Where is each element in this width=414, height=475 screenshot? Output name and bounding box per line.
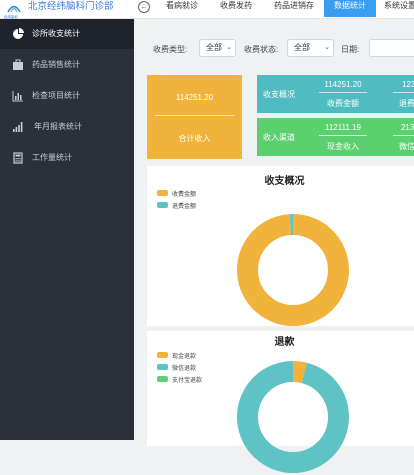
donut-chart: [237, 361, 349, 473]
sidebar-item-exam-items[interactable]: 检查项目统计: [0, 81, 134, 111]
legend-label: 收费金额: [172, 192, 197, 198]
refund-chart: 退款 现金退款 微信退款 支付宝退款: [147, 331, 414, 473]
donut-chart: [237, 214, 349, 326]
signal-bars-icon: [13, 122, 23, 132]
sidebar-item-drug-sales[interactable]: 药品销售统计: [0, 50, 134, 80]
legend-label: 退费金额: [172, 204, 197, 210]
legend-swatch: [157, 190, 168, 196]
wechat-income-value: 2130.: [400, 123, 414, 132]
tab-statistics[interactable]: 数据统计: [324, 0, 376, 17]
sidebar: 诊所收支统计 药品销售统计 检查项目统计 年月报表统计 工作量统计: [0, 19, 134, 440]
briefcase-icon: [13, 59, 23, 70]
wechat-income-label: 微信收: [399, 142, 414, 151]
charge-amount-value: 114251.20: [324, 80, 362, 89]
calculator-icon: [13, 152, 23, 164]
pie-chart-icon: [13, 28, 24, 39]
fee-type-label: 收费类型:: [153, 45, 188, 54]
pie-slice-1[interactable]: [237, 361, 349, 473]
sidebar-item-label: 检查项目统计: [32, 91, 80, 100]
sidebar-item-clinic-finance[interactable]: 诊所收支统计: [0, 19, 134, 49]
sidebar-item-monthly-report[interactable]: 年月报表统计: [0, 112, 134, 142]
divider: [393, 92, 414, 93]
chevron-down-icon: ⌄: [324, 44, 330, 51]
legend-label: 现金退款: [172, 354, 197, 360]
fee-status-select[interactable]: 全部 ⌄: [287, 39, 334, 57]
bar-chart-icon: [12, 91, 23, 102]
total-income-value: 114251.20: [175, 93, 214, 102]
legend-swatch: [157, 364, 168, 370]
sidebar-item-label: 工作量统计: [32, 153, 72, 162]
channel-title: 收入渠道: [263, 133, 295, 142]
total-income-card: 114251.20 合计收入: [147, 75, 242, 159]
divider: [155, 115, 234, 116]
legend-label: 支付宝退款: [172, 378, 203, 384]
sidebar-item-workload[interactable]: 工作量统计: [0, 143, 134, 173]
pie-slice-0[interactable]: [237, 214, 349, 326]
sidebar-item-label: 年月报表统计: [34, 122, 82, 131]
fee-type-select[interactable]: 全部 ⌄: [199, 39, 236, 57]
sidebar-item-label: 诊所收支统计: [32, 29, 80, 38]
cash-income-value: 112111.19: [324, 123, 362, 132]
divider: [319, 92, 367, 93]
sidebar-item-label: 药品销售统计: [32, 60, 80, 69]
income-expense-chart: 收支概况 收费金额 退费金额: [147, 166, 414, 326]
main-panel: 收费类型: 全部 ⌄ 收费状态: 全部 ⌄ 日期: 114251.20 合计收入…: [134, 19, 414, 473]
legend-label: 微信退款: [172, 366, 197, 372]
fee-status-value: 全部: [294, 43, 310, 52]
refund-amount-value: 1230: [402, 80, 414, 89]
legend-swatch: [157, 352, 168, 358]
tab-settings[interactable]: 系统设置: [376, 0, 414, 17]
clinic-name: 北京经纬脑科门诊部: [28, 1, 114, 12]
top-bar: 北京经纬脑科门诊部 经纬脑科 ← 看病就诊 收费发药 药品进销存 数据统计 系统…: [0, 0, 414, 19]
total-income-label: 合计收入: [178, 134, 211, 143]
arrow-left-icon[interactable]: ←: [138, 1, 150, 13]
cash-income-label: 现金收入: [327, 142, 359, 151]
date-label: 日期:: [341, 45, 360, 54]
legend-swatch: [157, 202, 168, 208]
income-channel-strip: 收入渠道 112111.19 现金收入 2130. 微信收: [257, 118, 414, 156]
overview-title: 收支概况: [263, 90, 295, 99]
charge-amount-label: 收费金额: [327, 99, 359, 108]
divider: [393, 135, 414, 136]
fee-type-value: 全部: [206, 43, 222, 52]
divider: [319, 135, 367, 136]
tab-diagnosis[interactable]: 看病就诊: [158, 0, 206, 17]
chevron-down-icon: ⌄: [226, 44, 232, 51]
tab-inventory[interactable]: 药品进销存: [266, 0, 322, 17]
legend-swatch: [157, 376, 168, 382]
date-input[interactable]: [369, 39, 414, 57]
fee-status-label: 收费状态:: [244, 45, 279, 54]
overview-strip: 收支概况 114251.20 收费金额 1230 退费金: [257, 75, 414, 113]
refund-amount-label: 退费金: [399, 99, 414, 108]
chart-title: 退款: [274, 337, 295, 348]
tab-dispensing[interactable]: 收费发药: [212, 0, 260, 17]
chart-title: 收支概况: [264, 176, 305, 187]
